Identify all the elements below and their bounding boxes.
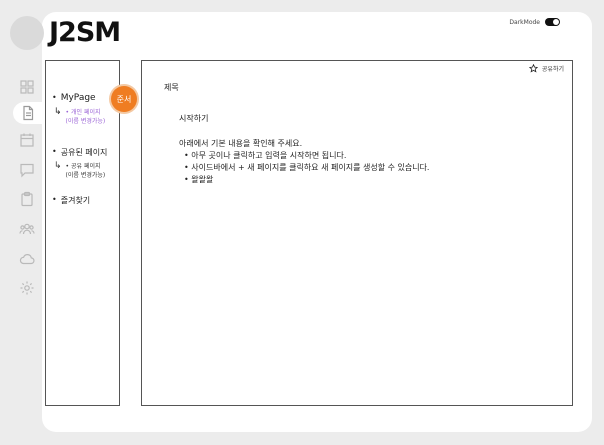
bullet-icon: •	[52, 147, 57, 156]
sidebar-subitem-shared-page[interactable]: ↳ • 공유 페이지 (이름 변경가능)	[54, 162, 105, 180]
grid-icon	[20, 80, 34, 94]
app-logo[interactable]: J2SM	[49, 17, 121, 49]
rail-item-documents[interactable]	[13, 102, 43, 124]
darkmode-toggle-group[interactable]: DarkMode	[509, 18, 560, 26]
sidebar-item-favorites[interactable]: • 즐겨찾기	[52, 195, 90, 206]
document-subtitle[interactable]: 시작하기	[179, 113, 208, 124]
chat-icon	[20, 163, 34, 178]
rail-item-settings[interactable]	[16, 277, 38, 299]
list-item: 아무 곳이나 클릭하고 입력을 시작하면 됩니다.	[184, 150, 429, 162]
user-badge[interactable]: 준서	[111, 86, 137, 112]
avatar[interactable]	[10, 16, 44, 50]
sidebar-item-label: 즐겨찾기	[60, 196, 91, 205]
subitem-arrow-icon: ↳	[54, 161, 62, 171]
sidebar-item-label: MyPage	[60, 93, 96, 103]
share-button[interactable]: 공유하기	[528, 64, 564, 73]
darkmode-label: DarkMode	[509, 18, 540, 26]
rail-item-cloud[interactable]	[16, 248, 38, 270]
document-panel: 공유하기 제목 시작하기 아래에서 기본 내용을 확인해 주세요. 아무 곳이나…	[141, 60, 573, 406]
darkmode-toggle[interactable]	[545, 18, 560, 26]
sidebar-subitem-personal-page[interactable]: ↳ • 개인 페이지 (이름 변경가능)	[54, 108, 105, 126]
page-sidebar: • MyPage ↳ • 개인 페이지 (이름 변경가능) • 공유된 페이지 …	[45, 60, 120, 406]
sidebar-subitem-rename-hint: (이름 변경가능)	[65, 118, 106, 125]
rail-item-clipboard[interactable]	[16, 188, 38, 210]
cloud-icon	[19, 254, 35, 265]
gear-icon	[20, 281, 34, 295]
sidebar-subitem-rename-hint: (이름 변경가능)	[65, 172, 106, 179]
list-item: 사이드바에서 + 새 페이지를 클릭하요 새 페이지를 생성할 수 있습니다.	[184, 162, 429, 174]
sidebar-subitem-text: • 개인 페이지 (이름 변경가능)	[66, 108, 106, 126]
document-bullet-list[interactable]: 아무 곳이나 클릭하고 입력을 시작하면 됩니다. 사이드바에서 + 새 페이지…	[184, 150, 429, 186]
sidebar-item-mypage[interactable]: • MyPage	[52, 93, 96, 103]
rail-item-calendar[interactable]	[16, 129, 38, 151]
document-title[interactable]: 제목	[164, 82, 179, 93]
sidebar-item-label: 공유된 페이지	[60, 148, 108, 157]
document-icon	[23, 105, 34, 121]
clipboard-icon	[21, 191, 33, 207]
subitem-arrow-icon: ↳	[54, 107, 62, 117]
bullet-icon: •	[52, 93, 57, 102]
rail-item-grid[interactable]	[16, 76, 38, 98]
sidebar-item-shared-pages[interactable]: • 공유된 페이지	[52, 147, 107, 158]
star-icon	[528, 64, 538, 73]
sidebar-subitem-label: 공유 페이지	[71, 163, 101, 170]
sidebar-subitem-text: • 공유 페이지 (이름 변경가능)	[66, 162, 106, 180]
calendar-icon	[20, 133, 34, 147]
sidebar-subitem-label: 개인 페이지	[71, 109, 101, 116]
users-icon	[19, 223, 35, 235]
bullet-icon: •	[52, 195, 57, 204]
share-label: 공유하기	[541, 66, 564, 73]
list-item: 왈왈왈	[184, 174, 429, 186]
rail-item-chat[interactable]	[16, 159, 38, 181]
document-intro[interactable]: 아래에서 기본 내용을 확인해 주세요.	[179, 138, 302, 149]
rail-item-users[interactable]	[16, 218, 38, 240]
